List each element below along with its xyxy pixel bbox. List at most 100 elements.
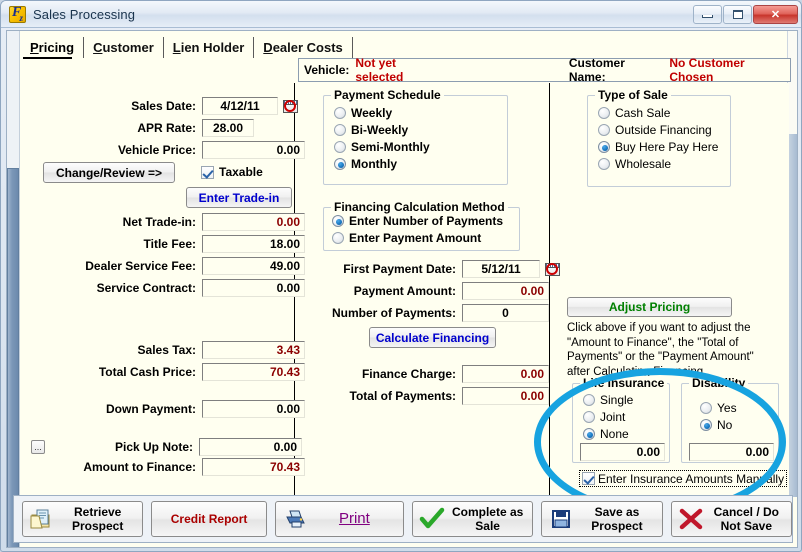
vehicle-price-label: Vehicle Price: bbox=[117, 143, 196, 157]
dealer-service-fee-input[interactable]: 49.00 bbox=[202, 257, 305, 275]
radio-enter-payment-amount-button[interactable] bbox=[332, 231, 344, 244]
minimize-icon bbox=[702, 15, 713, 18]
total-of-payments-row: Total of Payments: 0.00 bbox=[314, 387, 549, 405]
enter-trade-in-button[interactable]: Enter Trade-in bbox=[186, 187, 292, 208]
radio-wholesale[interactable]: Wholesale bbox=[598, 155, 730, 172]
title-bar[interactable]: z Sales Processing ✕ bbox=[1, 1, 801, 28]
radio-buy-here-pay-here-button[interactable] bbox=[598, 140, 610, 153]
title-fee-input[interactable]: 18.00 bbox=[202, 235, 305, 253]
radio-disability-no[interactable]: No bbox=[700, 416, 778, 433]
type-of-sale-title: Type of Sale bbox=[595, 88, 671, 102]
save-as-prospect-button[interactable]: Save as Prospect bbox=[541, 501, 663, 537]
sales-tax-input[interactable]: 3.43 bbox=[202, 341, 305, 359]
minimize-button[interactable] bbox=[693, 4, 722, 24]
vehicle-price-input[interactable]: 0.00 bbox=[202, 141, 305, 159]
radio-life-single[interactable]: Single bbox=[583, 391, 669, 408]
print-label: Print bbox=[338, 510, 370, 527]
radio-buy-here-pay-here[interactable]: Buy Here Pay Here bbox=[598, 138, 730, 155]
disability-amount-input[interactable]: 0.00 bbox=[689, 443, 774, 461]
radio-monthly-button[interactable] bbox=[334, 157, 346, 170]
tab-lien-holder[interactable]: Lien Holder bbox=[163, 37, 255, 58]
radio-wholesale-button[interactable] bbox=[598, 157, 610, 170]
radio-life-joint-button[interactable] bbox=[583, 410, 595, 423]
sales-date-label: Sales Date: bbox=[131, 99, 196, 113]
red-x-icon bbox=[678, 507, 704, 531]
radio-weekly-button[interactable] bbox=[334, 106, 346, 119]
disability-title: Disability bbox=[689, 376, 749, 390]
radio-enter-number-of-payments-button[interactable] bbox=[332, 214, 344, 227]
radio-cash-sale[interactable]: Cash Sale bbox=[598, 104, 730, 121]
life-insurance-group: Life Insurance Single Joint None 0.00 bbox=[572, 376, 670, 463]
radio-weekly[interactable]: Weekly bbox=[334, 104, 507, 121]
number-of-payments-input[interactable]: 0 bbox=[462, 304, 549, 322]
action-button-bar: Retrieve Prospect Credit Report Print Co… bbox=[13, 495, 793, 543]
tab-dealer-costs[interactable]: Dealer Costs bbox=[254, 37, 353, 58]
amount-to-finance-input[interactable]: 70.43 bbox=[202, 458, 305, 476]
radio-life-none-button[interactable] bbox=[583, 427, 595, 440]
radio-cash-sale-button[interactable] bbox=[598, 106, 610, 119]
print-button[interactable]: Print bbox=[274, 501, 404, 537]
tab-pricing-label: ricing bbox=[38, 40, 75, 55]
taxable-checkbox[interactable] bbox=[201, 165, 214, 179]
left-scrollbar[interactable] bbox=[7, 31, 20, 547]
service-contract-row: Service Contract: 0.00 bbox=[31, 279, 305, 297]
calculate-financing-button[interactable]: Calculate Financing bbox=[369, 327, 496, 348]
life-insurance-amount-input[interactable]: 0.00 bbox=[580, 443, 665, 461]
radio-disability-yes-button[interactable] bbox=[700, 401, 712, 414]
cancel-do-not-save-button[interactable]: Cancel / Do Not Save bbox=[670, 501, 792, 537]
down-payment-input[interactable]: 0.00 bbox=[202, 400, 305, 418]
radio-disability-no-button[interactable] bbox=[700, 418, 712, 431]
payment-amount-input[interactable]: 0.00 bbox=[462, 282, 549, 300]
radio-enter-number-of-payments[interactable]: Enter Number of Payments bbox=[332, 212, 519, 229]
radio-life-single-button[interactable] bbox=[583, 393, 595, 406]
right-scrollbar-thumb[interactable] bbox=[789, 134, 797, 497]
total-of-payments-input[interactable]: 0.00 bbox=[462, 387, 549, 405]
adjust-pricing-help-text: Click above if you want to adjust the "A… bbox=[567, 322, 754, 378]
application-window: z Sales Processing ✕ Pricing Customer Li… bbox=[0, 0, 802, 552]
first-payment-date-input[interactable]: 5/12/11 bbox=[462, 260, 540, 278]
apr-rate-input[interactable]: 28.00 bbox=[202, 119, 254, 137]
pick-up-note-input[interactable]: 0.00 bbox=[199, 438, 302, 456]
enter-insurance-manually-row[interactable]: Enter Insurance Amounts Manually bbox=[579, 470, 788, 487]
complete-as-sale-button[interactable]: Complete as Sale bbox=[411, 501, 534, 537]
radio-bi-weekly-button[interactable] bbox=[334, 123, 346, 136]
radio-enter-payment-amount[interactable]: Enter Payment Amount bbox=[332, 229, 519, 246]
radio-life-joint-label: Joint bbox=[600, 409, 626, 424]
radio-bi-weekly[interactable]: Bi-Weekly bbox=[334, 121, 507, 138]
tab-customer[interactable]: Customer bbox=[84, 37, 164, 58]
close-button[interactable]: ✕ bbox=[753, 4, 798, 24]
tab-pricing[interactable]: Pricing bbox=[21, 37, 85, 58]
active-tab-underline bbox=[23, 57, 72, 59]
apr-rate-label: APR Rate: bbox=[137, 121, 196, 135]
total-cash-price-input[interactable]: 70.43 bbox=[202, 363, 305, 381]
radio-monthly[interactable]: Monthly bbox=[334, 155, 507, 172]
finance-charge-input[interactable]: 0.00 bbox=[462, 365, 549, 383]
pick-up-note-browse-button[interactable]: ... bbox=[31, 440, 45, 454]
taxable-row[interactable]: Taxable bbox=[201, 163, 263, 181]
change-review-button[interactable]: Change/Review => bbox=[43, 162, 175, 183]
radio-disability-yes[interactable]: Yes bbox=[700, 399, 778, 416]
radio-life-joint[interactable]: Joint bbox=[583, 408, 669, 425]
calendar-icon-first-payment[interactable] bbox=[545, 262, 560, 276]
retrieve-prospect-button[interactable]: Retrieve Prospect bbox=[22, 501, 144, 537]
radio-buy-here-pay-here-label: Buy Here Pay Here bbox=[615, 139, 719, 154]
radio-semi-monthly[interactable]: Semi-Monthly bbox=[334, 138, 507, 155]
sales-date-row: Sales Date: 4/12/11 bbox=[81, 97, 298, 115]
net-trade-in-input[interactable]: 0.00 bbox=[202, 213, 305, 231]
credit-report-button[interactable]: Credit Report bbox=[151, 501, 267, 537]
adjust-pricing-button[interactable]: Adjust Pricing bbox=[567, 297, 732, 317]
sales-tax-row: Sales Tax: 3.43 bbox=[81, 341, 305, 359]
radio-outside-financing[interactable]: Outside Financing bbox=[598, 121, 730, 138]
tab-dealer-costs-mnemonic: D bbox=[263, 40, 273, 55]
window-controls: ✕ bbox=[692, 4, 798, 24]
sales-date-input[interactable]: 4/12/11 bbox=[202, 97, 278, 115]
left-scrollbar-thumb[interactable] bbox=[7, 168, 19, 547]
finance-charge-label: Finance Charge: bbox=[361, 367, 456, 381]
maximize-button[interactable] bbox=[723, 4, 752, 24]
radio-life-none[interactable]: None bbox=[583, 425, 669, 442]
service-contract-input[interactable]: 0.00 bbox=[202, 279, 305, 297]
radio-outside-financing-button[interactable] bbox=[598, 123, 610, 136]
radio-semi-monthly-button[interactable] bbox=[334, 140, 346, 153]
enter-insurance-manually-checkbox[interactable] bbox=[582, 472, 595, 485]
calendar-icon[interactable] bbox=[283, 99, 298, 113]
